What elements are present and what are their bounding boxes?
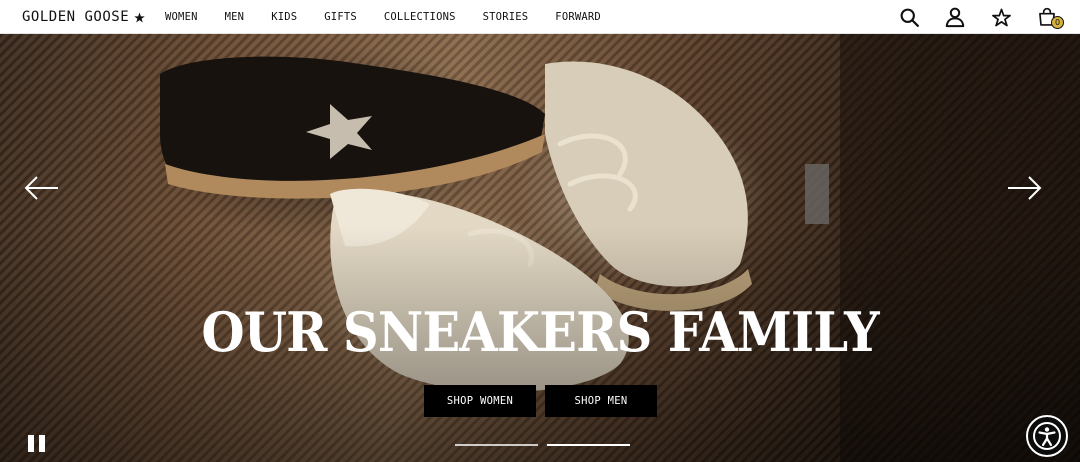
wishlist-star-icon — [991, 8, 1011, 26]
arrow-right-icon — [1008, 176, 1042, 200]
carousel-pagination — [455, 444, 630, 446]
arrow-left-icon — [24, 176, 58, 200]
search-icon — [900, 8, 919, 27]
hero-cta-group: SHOP WOMEN SHOP MEN — [424, 385, 657, 417]
nav-men[interactable]: MEN — [225, 11, 245, 23]
carousel-dot-1[interactable] — [455, 444, 538, 446]
hero-headline: OUR SNEAKERS FAMILY — [201, 300, 879, 364]
search-button[interactable] — [896, 4, 922, 30]
pause-button[interactable] — [28, 435, 46, 452]
account-icon — [945, 7, 965, 28]
shop-women-button[interactable]: SHOP WOMEN — [424, 385, 536, 417]
account-button[interactable] — [942, 4, 968, 30]
carousel-dot-2[interactable] — [547, 444, 630, 446]
nav-forward[interactable]: FORWARD — [555, 11, 601, 23]
logo-text: GOLDEN GOOSE — [22, 9, 130, 25]
accessibility-button[interactable] — [1026, 415, 1068, 457]
logo[interactable]: GOLDEN GOOSE — [22, 9, 145, 25]
cart-count-badge: 0 — [1051, 16, 1064, 29]
site-header: GOLDEN GOOSE WOMEN MEN KIDS GIFTS COLLEC… — [0, 0, 1080, 34]
nav-kids[interactable]: KIDS — [271, 11, 297, 23]
accessibility-icon — [1033, 422, 1061, 450]
header-utilities: 0 — [876, 4, 1064, 30]
shop-men-button[interactable]: SHOP MEN — [545, 385, 657, 417]
nav-women[interactable]: WOMEN — [165, 11, 198, 23]
previous-slide-button[interactable] — [22, 174, 62, 202]
wishlist-button[interactable] — [988, 4, 1014, 30]
logo-star-icon — [134, 12, 145, 22]
nav-collections[interactable]: COLLECTIONS — [384, 11, 456, 23]
main-nav: WOMEN MEN KIDS GIFTS COLLECTIONS STORIES… — [165, 11, 628, 23]
hero-carousel: OUR SNEAKERS FAMILY SHOP WOMEN SHOP MEN — [0, 34, 1080, 462]
nav-stories[interactable]: STORIES — [483, 11, 529, 23]
pause-icon-bar — [39, 435, 45, 452]
nav-gifts[interactable]: GIFTS — [324, 11, 357, 23]
cart-button[interactable]: 0 — [1034, 4, 1064, 30]
next-slide-button[interactable] — [1004, 174, 1044, 202]
pause-icon-bar — [28, 435, 34, 452]
